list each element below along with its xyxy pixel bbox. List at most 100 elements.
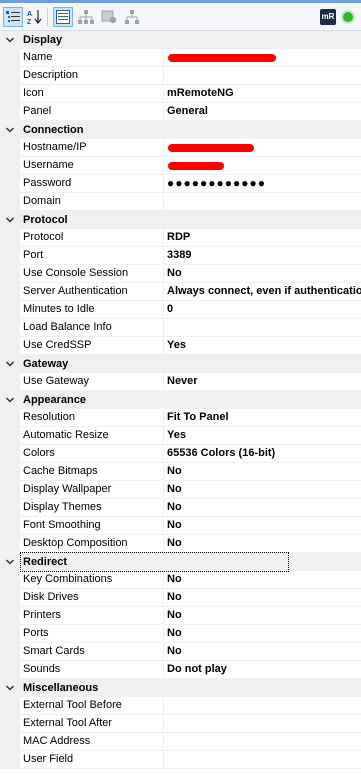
property-value[interactable]: Do not play	[167, 661, 361, 679]
property-row-printers[interactable]: Printers No	[0, 607, 361, 625]
property-value[interactable]	[167, 715, 361, 733]
property-value[interactable]: No	[167, 643, 361, 661]
column-divider[interactable]	[163, 481, 164, 499]
property-value[interactable]: Never	[167, 373, 361, 391]
column-divider[interactable]	[163, 607, 164, 625]
categorized-view-button[interactable]	[3, 7, 23, 27]
mremoteng-app-button[interactable]: mR	[318, 7, 338, 27]
column-divider[interactable]	[163, 373, 164, 391]
column-divider[interactable]	[163, 751, 164, 769]
property-row-external-tool-after[interactable]: External Tool After	[0, 715, 361, 733]
property-value[interactable]: Yes	[167, 427, 361, 445]
column-divider[interactable]	[163, 517, 164, 535]
property-row-smart-cards[interactable]: Smart Cards No	[0, 643, 361, 661]
category-gateway[interactable]: Gateway	[0, 355, 361, 373]
category-miscellaneous[interactable]: Miscellaneous	[0, 679, 361, 697]
property-value[interactable]	[167, 139, 361, 157]
property-row-desktop-composition[interactable]: Desktop Composition No	[0, 535, 361, 553]
column-divider[interactable]	[163, 85, 164, 103]
column-divider[interactable]	[163, 157, 164, 175]
category-redirect[interactable]: Redirect	[0, 552, 361, 572]
column-divider[interactable]	[163, 67, 164, 85]
property-value[interactable]	[167, 49, 361, 67]
property-row-name[interactable]: Name	[0, 49, 361, 67]
column-divider[interactable]	[163, 247, 164, 265]
property-value[interactable]: No	[167, 499, 361, 517]
property-value[interactable]: 3389	[167, 247, 361, 265]
property-value[interactable]: RDP	[167, 229, 361, 247]
column-divider[interactable]	[163, 463, 164, 481]
property-value[interactable]: ●●●●●●●●●●●●	[167, 175, 361, 193]
column-divider[interactable]	[163, 49, 164, 67]
property-row-username[interactable]: Username	[0, 157, 361, 175]
column-divider[interactable]	[163, 499, 164, 517]
chevron-down-icon[interactable]	[5, 395, 15, 405]
property-row-display-themes[interactable]: Display Themes No	[0, 499, 361, 517]
property-row-password[interactable]: Password ●●●●●●●●●●●●	[0, 175, 361, 193]
column-divider[interactable]	[163, 697, 164, 715]
show-default-button[interactable]	[99, 7, 119, 27]
category-display[interactable]: Display	[0, 31, 361, 49]
alphabetical-sort-button[interactable]: A Z	[25, 7, 45, 27]
show-inheritance-button[interactable]	[76, 7, 96, 27]
chevron-down-icon[interactable]	[5, 215, 15, 225]
column-divider[interactable]	[163, 301, 164, 319]
property-row-sounds[interactable]: Sounds Do not play	[0, 661, 361, 679]
property-row-use-gateway[interactable]: Use Gateway Never	[0, 373, 361, 391]
show-hostname-button[interactable]	[122, 7, 142, 27]
property-value[interactable]: General	[167, 103, 361, 121]
column-divider[interactable]	[163, 139, 164, 157]
property-value[interactable]: Fit To Panel	[167, 409, 361, 427]
property-row-automatic-resize[interactable]: Automatic Resize Yes	[0, 427, 361, 445]
chevron-down-icon[interactable]	[5, 557, 15, 567]
column-divider[interactable]	[163, 571, 164, 589]
property-value[interactable]: No	[167, 517, 361, 535]
property-row-panel[interactable]: Panel General	[0, 103, 361, 121]
property-row-cache-bitmaps[interactable]: Cache Bitmaps No	[0, 463, 361, 481]
property-value[interactable]	[167, 193, 361, 211]
property-row-user-field[interactable]: User Field	[0, 751, 361, 769]
property-value[interactable]: No	[167, 463, 361, 481]
column-divider[interactable]	[163, 535, 164, 553]
property-value[interactable]: Yes	[167, 337, 361, 355]
property-value[interactable]	[167, 751, 361, 769]
column-divider[interactable]	[163, 175, 164, 193]
column-divider[interactable]	[163, 625, 164, 643]
column-divider[interactable]	[163, 427, 164, 445]
property-row-disk-drives[interactable]: Disk Drives No	[0, 589, 361, 607]
property-value[interactable]: No	[167, 481, 361, 499]
column-divider[interactable]	[163, 733, 164, 751]
column-divider[interactable]	[163, 643, 164, 661]
column-divider[interactable]	[163, 445, 164, 463]
property-value[interactable]: No	[167, 589, 361, 607]
category-protocol[interactable]: Protocol	[0, 211, 361, 229]
column-divider[interactable]	[163, 661, 164, 679]
column-divider[interactable]	[163, 283, 164, 301]
property-row-hostname-ip[interactable]: Hostname/IP	[0, 139, 361, 157]
chevron-down-icon[interactable]	[5, 683, 15, 693]
property-row-port[interactable]: Port 3389	[0, 247, 361, 265]
category-connection[interactable]: Connection	[0, 121, 361, 139]
property-row-mac-address[interactable]: MAC Address	[0, 733, 361, 751]
property-row-external-tool-before[interactable]: External Tool Before	[0, 697, 361, 715]
property-value[interactable]: No	[167, 625, 361, 643]
property-value[interactable]	[167, 733, 361, 751]
column-divider[interactable]	[163, 589, 164, 607]
column-divider[interactable]	[163, 715, 164, 733]
chevron-down-icon[interactable]	[5, 35, 15, 45]
property-value[interactable]: No	[167, 607, 361, 625]
chevron-down-icon[interactable]	[5, 359, 15, 369]
property-pages-button[interactable]	[53, 7, 73, 27]
connection-status-button[interactable]	[338, 7, 358, 27]
column-divider[interactable]	[163, 409, 164, 427]
column-divider[interactable]	[163, 337, 164, 355]
property-value[interactable]: No	[167, 535, 361, 553]
property-row-icon[interactable]: Icon mRemoteNG	[0, 85, 361, 103]
property-row-font-smoothing[interactable]: Font Smoothing No	[0, 517, 361, 535]
property-row-key-combinations[interactable]: Key Combinations No	[0, 571, 361, 589]
property-row-use-credssp[interactable]: Use CredSSP Yes	[0, 337, 361, 355]
property-row-domain[interactable]: Domain	[0, 193, 361, 211]
property-row-use-console-session[interactable]: Use Console Session No	[0, 265, 361, 283]
property-value[interactable]: 0	[167, 301, 361, 319]
property-row-protocol[interactable]: Protocol RDP	[0, 229, 361, 247]
